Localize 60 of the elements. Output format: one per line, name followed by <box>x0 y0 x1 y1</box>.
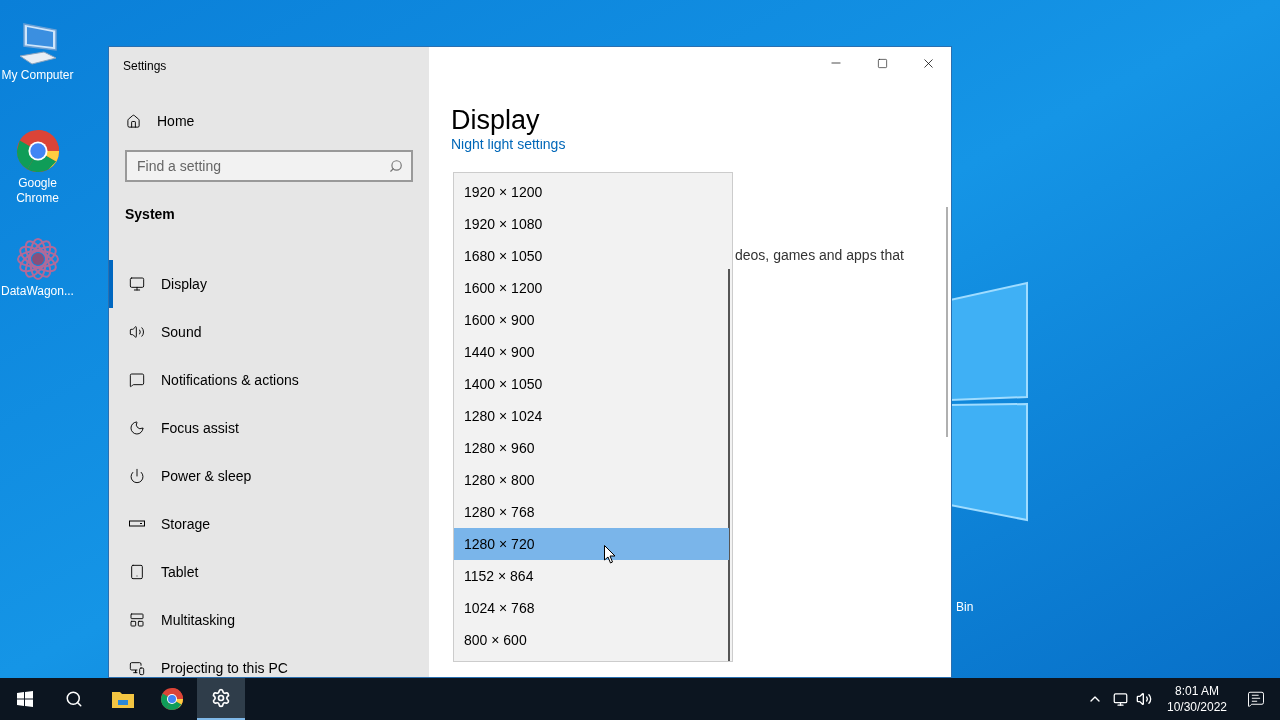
mouse-pointer-icon <box>604 545 616 564</box>
message-icon <box>129 372 145 388</box>
resolution-option[interactable]: 1600 × 1200 <box>454 272 729 304</box>
speaker-icon[interactable] <box>1136 691 1152 707</box>
power-icon <box>129 468 145 484</box>
resolution-option[interactable]: 1152 × 864 <box>454 560 729 592</box>
folder-icon <box>111 689 135 709</box>
home-item[interactable]: Home <box>126 111 429 132</box>
devices-icon <box>129 660 145 676</box>
speaker-icon <box>129 324 145 340</box>
moon-icon <box>129 420 145 436</box>
nav-item[interactable]: Tablet <box>109 548 429 596</box>
star-pattern-icon <box>14 236 61 282</box>
notification-icon[interactable] <box>1247 690 1265 708</box>
layout-icon <box>129 612 145 628</box>
home-icon <box>126 114 141 129</box>
resolution-option[interactable]: 800 × 600 <box>454 624 729 656</box>
resolution-option[interactable]: 1920 × 1080 <box>454 208 729 240</box>
desktop-icon-label[interactable]: DataWagon... <box>0 284 75 299</box>
desktop-icon-label[interactable]: Google Chrome <box>0 176 75 206</box>
monitor-icon <box>129 276 145 292</box>
resolution-option[interactable]: 1280 × 960 <box>454 432 729 464</box>
maximize-icon <box>876 57 888 69</box>
desktop-icon-label: Bin <box>956 599 974 616</box>
night-light-link[interactable]: Night light settings <box>451 139 651 153</box>
nav-item[interactable]: Power & sleep <box>109 452 429 500</box>
desktop-icon-label[interactable]: My Computer <box>0 68 75 83</box>
resolution-option[interactable]: 1280 × 1024 <box>454 400 729 432</box>
page-heading: Display <box>451 104 540 137</box>
description-text: deos, games and apps that <box>735 246 904 265</box>
window-title: Settings <box>123 58 168 75</box>
search-icon <box>389 159 403 173</box>
chrome-icon <box>160 687 184 711</box>
resolution-option[interactable]: 1600 × 900 <box>454 304 729 336</box>
date-text: 10/30/2022 <box>1166 699 1228 715</box>
nav-item[interactable]: Multitasking <box>109 596 429 644</box>
drive-icon <box>129 520 145 528</box>
nav-item[interactable]: Focus assist <box>109 404 429 452</box>
nav-item[interactable]: Projecting to this PC <box>109 644 429 677</box>
nav-item[interactable]: Sound <box>109 308 429 356</box>
taskbar-button[interactable] <box>197 678 245 720</box>
resolution-option[interactable]: 1680 × 1050 <box>454 240 729 272</box>
resolution-option[interactable]: 1440 × 900 <box>454 336 729 368</box>
resolution-option[interactable]: 1280 × 768 <box>454 496 729 528</box>
windows-icon <box>17 691 33 707</box>
search-icon <box>65 690 83 708</box>
gear-icon <box>211 688 231 708</box>
section-heading: System <box>125 205 176 224</box>
resolution-option[interactable]: 1024 × 768 <box>454 592 729 624</box>
nav-item[interactable]: Notifications & actions <box>109 356 429 404</box>
time-text: 8:01 AM <box>1175 683 1219 699</box>
tablet-icon <box>129 564 145 580</box>
nav-item[interactable]: Storage <box>109 500 429 548</box>
resolution-option[interactable]: 1400 × 1050 <box>454 368 729 400</box>
resolution-option[interactable]: 1280 × 720 <box>454 528 729 560</box>
resolution-option[interactable]: 1280 × 800 <box>454 464 729 496</box>
resolution-option[interactable]: 1920 × 1200 <box>454 176 729 208</box>
chrome-icon <box>14 128 61 174</box>
search-field[interactable]: Find a setting <box>125 150 413 182</box>
clock[interactable]: 8:01 AM 10/30/2022 <box>1162 683 1232 715</box>
